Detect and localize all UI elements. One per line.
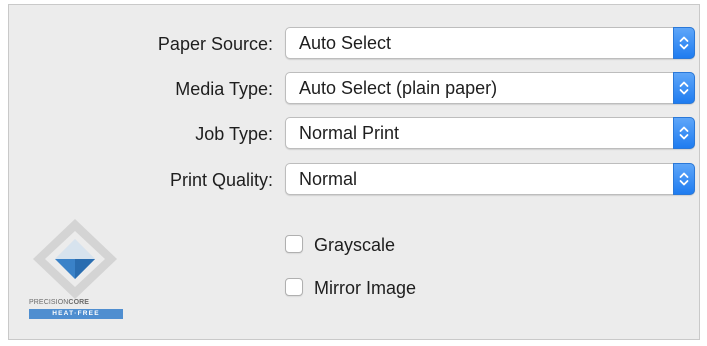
logo-heat-free-bar: HEAT·FREE — [29, 309, 123, 319]
print-quality-value: Normal — [299, 169, 358, 189]
media-type-value: Auto Select (plain paper) — [299, 78, 498, 98]
paper-source-label: Paper Source: — [157, 34, 273, 54]
logo-wordmark-light: PRECISION — [29, 299, 69, 306]
precisioncore-diamond-logo — [33, 219, 117, 299]
print-settings-panel: Paper Source: Auto Select Media Type: Au… — [8, 4, 700, 340]
print-quality-row: Print Quality: Normal — [9, 163, 701, 197]
paper-source-popup[interactable]: Auto Select — [285, 27, 695, 59]
mirror-image-label[interactable]: Mirror Image — [314, 275, 416, 301]
up-down-arrows-icon — [673, 72, 695, 104]
print-quality-popup[interactable]: Normal — [285, 163, 695, 195]
job-type-row: Job Type: Normal Print — [9, 117, 701, 151]
media-type-row: Media Type: Auto Select (plain paper) — [9, 72, 701, 106]
job-type-popup[interactable]: Normal Print — [285, 117, 695, 149]
print-quality-label: Print Quality: — [169, 170, 273, 190]
paper-source-value: Auto Select — [299, 33, 392, 53]
up-down-arrows-icon — [673, 117, 695, 149]
up-down-arrows-icon — [673, 27, 695, 59]
logo-wordmark: PRECISIONCORE — [29, 299, 89, 306]
grayscale-label[interactable]: Grayscale — [314, 232, 395, 258]
job-type-label: Job Type: — [195, 124, 273, 144]
precisioncore-logo: PRECISIONCORE HEAT·FREE — [21, 213, 129, 329]
logo-wordmark-bold: CORE — [68, 299, 90, 306]
media-type-popup[interactable]: Auto Select (plain paper) — [285, 72, 695, 104]
grayscale-checkbox[interactable] — [285, 235, 303, 253]
media-type-label: Media Type: — [175, 79, 273, 99]
mirror-image-checkbox[interactable] — [285, 278, 303, 296]
up-down-arrows-icon — [673, 163, 695, 195]
job-type-value: Normal Print — [299, 123, 400, 143]
paper-source-row: Paper Source: Auto Select — [9, 27, 701, 61]
